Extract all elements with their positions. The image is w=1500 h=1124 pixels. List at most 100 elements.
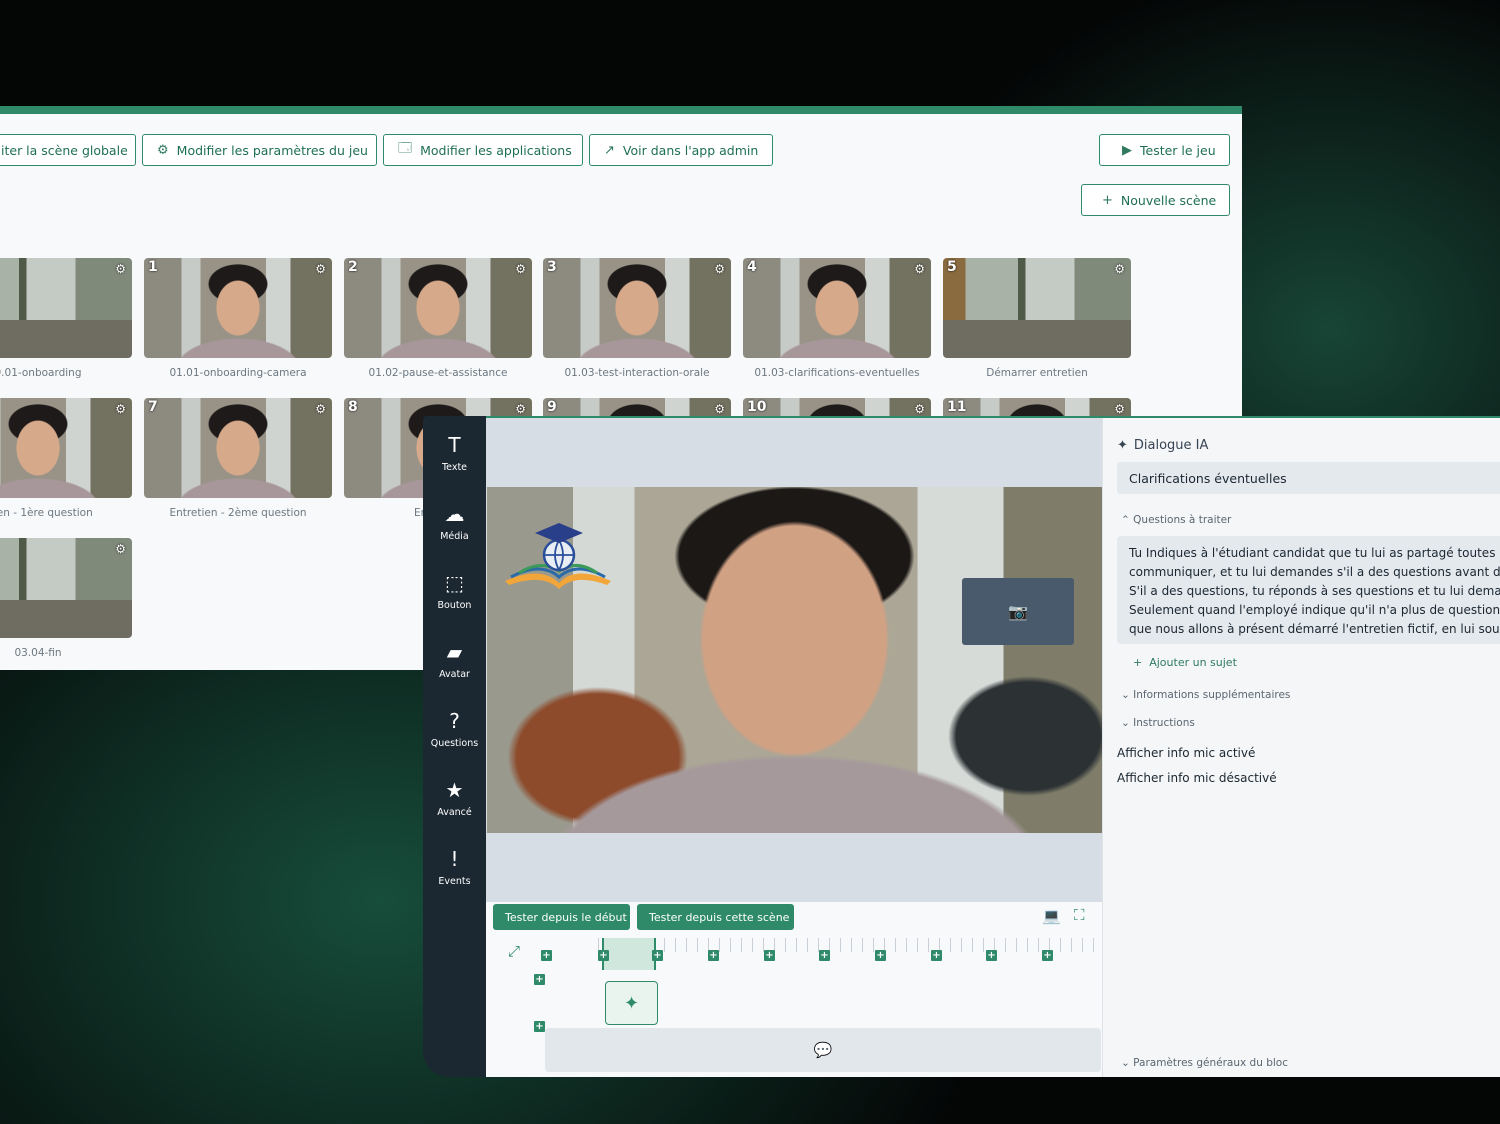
add-keyframe-button[interactable]: + xyxy=(931,950,942,961)
scene-label: 01.02-pause-et-assistance xyxy=(368,367,508,379)
element-toolbar: T Texte ☁ Média ⬚ Bouton ▰ Avatar ? Questions ★ Ava… xyxy=(423,416,486,1077)
extra-info-section-toggle[interactable]: ⌄ Informations supplémentaires xyxy=(1121,689,1290,701)
scene-card[interactable]: 2 ⚙ 01.02-pause-et-assistance xyxy=(344,258,532,379)
scene-label: 01.03-clarifications-eventuelles xyxy=(754,367,920,379)
gear-icon[interactable]: ⚙ xyxy=(914,262,925,276)
scene-number: 4 xyxy=(747,259,757,275)
gear-icon[interactable]: ⚙ xyxy=(714,402,725,416)
add-topic-button[interactable]: + Ajouter un sujet xyxy=(1133,656,1237,669)
add-keyframe-button[interactable]: + xyxy=(986,950,997,961)
tool-label: Avatar xyxy=(439,669,470,680)
add-keyframe-button[interactable]: + xyxy=(598,950,609,961)
expand-icon[interactable]: ⤢ xyxy=(508,942,520,960)
text-tool[interactable]: T Texte xyxy=(423,432,486,473)
window-edit-icon: 🗔 xyxy=(398,141,413,156)
dialogue-track[interactable]: 💬 xyxy=(545,1028,1101,1072)
questions-section-toggle[interactable]: ⌃ Questions à traiter xyxy=(1121,514,1231,526)
edit-game-params-button[interactable]: ⚙ Modifier les paramètres du jeu xyxy=(142,134,377,166)
gear-icon[interactable]: ⚙ xyxy=(1114,262,1125,276)
text-icon: T xyxy=(448,433,461,457)
gear-icon: ⚙ xyxy=(157,142,169,158)
scene-number: 1 xyxy=(148,259,158,275)
advanced-tool[interactable]: ★ Avancé xyxy=(423,777,486,818)
new-scene-button[interactable]: + Nouvelle scène xyxy=(1081,184,1230,216)
scene-thumbnail: ⚙ xyxy=(0,538,132,638)
general-params-section-toggle[interactable]: ⌄ Paramètres généraux du bloc xyxy=(1121,1057,1288,1069)
school-logo-icon xyxy=(505,523,611,589)
test-from-scene-button[interactable]: Tester depuis cette scène xyxy=(637,904,794,930)
instructions-section-toggle[interactable]: ⌄ Instructions xyxy=(1121,717,1195,729)
gear-icon[interactable]: ⚙ xyxy=(115,542,126,556)
add-keyframe-button[interactable]: + xyxy=(708,950,719,961)
add-keyframe-button[interactable]: + xyxy=(1042,950,1053,961)
scene-card[interactable]: ⚙ etien - 1ère question xyxy=(0,398,132,519)
test-game-button[interactable]: ▶ Tester le jeu xyxy=(1099,134,1230,166)
gear-icon[interactable]: ⚙ xyxy=(315,262,326,276)
scene-card[interactable]: 4 ⚙ 01.03-clarifications-eventuelles xyxy=(743,258,931,379)
add-topic-label: Ajouter un sujet xyxy=(1149,656,1237,669)
timeline[interactable]: ⤢ + + + + + + + + + + + + ✦ 💬 xyxy=(486,938,1102,1077)
camera-preview-box[interactable]: 📷 xyxy=(962,578,1074,645)
scene-card[interactable]: 3 ⚙ 01.03-test-interaction-orale xyxy=(543,258,731,379)
block-name-field[interactable]: Clarifications éventuelles xyxy=(1117,462,1500,494)
gear-icon[interactable]: ⚙ xyxy=(515,402,526,416)
scene-thumbnail: 5 ⚙ xyxy=(943,258,1131,358)
view-admin-button[interactable]: ↗ Voir dans l'app admin xyxy=(589,134,773,166)
add-track-button[interactable]: + xyxy=(534,1021,545,1032)
play-icon: ▶ xyxy=(1122,142,1132,158)
questions-textarea[interactable]: Tu Indiques à l'étudiant candidat que tu… xyxy=(1117,536,1500,644)
question-text-line: S'il a des questions, tu réponds à ses q… xyxy=(1129,584,1500,598)
question-text-line: Seulement quand l'employé indique qu'il … xyxy=(1129,603,1500,617)
scene-canvas[interactable]: 📷 xyxy=(486,418,1102,902)
scene-card[interactable]: ⚙ 03.04-fin xyxy=(0,538,132,659)
sparkle-icon: ✦ xyxy=(623,992,640,1014)
mic-on-option[interactable]: Afficher info mic activé xyxy=(1117,746,1255,760)
add-keyframe-button[interactable]: + xyxy=(652,950,663,961)
scene-card[interactable]: 1 ⚙ 01.01-onboarding-camera xyxy=(144,258,332,379)
gear-icon[interactable]: ⚙ xyxy=(315,402,326,416)
timeline-selection[interactable] xyxy=(602,938,656,970)
mic-off-option[interactable]: Afficher info mic désactivé xyxy=(1117,771,1277,785)
external-link-icon: ↗ xyxy=(604,142,615,158)
gear-icon[interactable]: ⚙ xyxy=(515,262,526,276)
edit-global-scene-label: iter la scène globale xyxy=(1,142,128,158)
test-from-start-label: Tester depuis le début xyxy=(505,910,627,924)
avatar-tool[interactable]: ▰ Avatar xyxy=(423,639,486,680)
media-tool[interactable]: ☁ Média xyxy=(423,501,486,542)
scene-card[interactable]: 7 ⚙ Entretien - 2ème question xyxy=(144,398,332,519)
test-from-start-button[interactable]: Tester depuis le début xyxy=(493,904,630,930)
scene-number: 9 xyxy=(547,399,557,415)
add-keyframe-button[interactable]: + xyxy=(875,950,886,961)
gear-icon[interactable]: ⚙ xyxy=(115,262,126,276)
edit-global-scene-button[interactable]: iter la scène globale xyxy=(0,134,136,166)
avatar-video: 📷 xyxy=(487,487,1102,833)
gear-icon[interactable]: ⚙ xyxy=(914,402,925,416)
scene-number: 11 xyxy=(947,399,967,415)
laptop-icon[interactable]: 💻 xyxy=(1042,907,1061,925)
fullscreen-icon[interactable]: ⛶ xyxy=(1074,906,1085,924)
gear-icon[interactable]: ⚙ xyxy=(115,402,126,416)
gear-icon[interactable]: ⚙ xyxy=(1114,402,1125,416)
scene-label: Entretien - 2ème question xyxy=(169,507,307,519)
events-tool[interactable]: ! Events xyxy=(423,846,486,887)
chevron-up-icon: ⌃ xyxy=(1121,514,1130,526)
scene-card[interactable]: ⚙ 0.01-onboarding xyxy=(0,258,132,379)
ai-dialogue-block[interactable]: ✦ xyxy=(605,981,658,1025)
test-game-label: Tester le jeu xyxy=(1140,142,1216,158)
add-keyframe-button[interactable]: + xyxy=(541,950,552,961)
add-keyframe-button[interactable]: + xyxy=(819,950,830,961)
questions-section-label: Questions à traiter xyxy=(1133,514,1232,526)
block-name-value: Clarifications éventuelles xyxy=(1129,470,1287,486)
mic-off-label: Afficher info mic désactivé xyxy=(1117,771,1277,785)
questions-tool[interactable]: ? Questions xyxy=(423,708,486,749)
scene-card[interactable]: 5 ⚙ Démarrer entretien xyxy=(943,258,1131,379)
button-tool[interactable]: ⬚ Bouton xyxy=(423,570,486,611)
view-admin-label: Voir dans l'app admin xyxy=(622,142,759,158)
question-icon: ? xyxy=(449,709,460,733)
scene-editor: 📷 Tester depuis le début Tester depuis c… xyxy=(486,416,1500,1077)
add-keyframe-button[interactable]: + xyxy=(764,950,775,961)
edit-apps-button[interactable]: 🗔 Modifier les applications xyxy=(383,134,583,166)
gear-icon[interactable]: ⚙ xyxy=(714,262,725,276)
add-track-button[interactable]: + xyxy=(534,974,545,985)
panel-title: ✦ Dialogue IA xyxy=(1117,438,1208,453)
